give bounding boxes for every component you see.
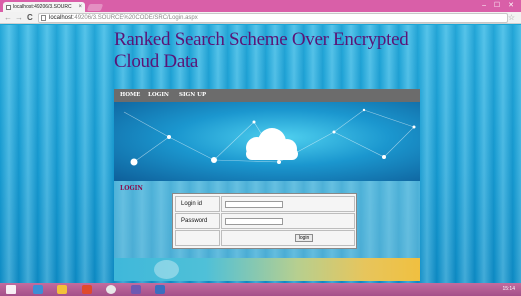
visual-studio-icon[interactable] <box>131 285 141 294</box>
password-input[interactable] <box>225 218 283 225</box>
nav-login-link[interactable]: LOGIN <box>148 89 169 102</box>
cloud-network-banner <box>114 102 420 181</box>
nav-signup-link[interactable]: SIGN UP <box>179 89 206 102</box>
login-id-label: Login id <box>175 196 220 212</box>
browser-tabstrip: localhost:49206/3.SOURC × – ☐ ✕ <box>0 0 521 12</box>
file-explorer-icon[interactable] <box>57 285 67 294</box>
system-clock[interactable]: 15:14 <box>502 284 515 295</box>
password-label: Password <box>175 213 220 229</box>
section-heading: LOGIN <box>120 185 143 192</box>
page-title: Ranked Search Scheme Over Encrypted Clou… <box>114 29 409 72</box>
media-player-icon[interactable] <box>82 285 92 294</box>
browser-toolbar: ← → C localhost:49206/3.SOURCE%20CODE/SR… <box>0 12 521 24</box>
forward-arrow-icon[interactable]: → <box>15 13 23 23</box>
submit-cell: login <box>221 230 355 246</box>
address-bar[interactable]: localhost:49206/3.SOURCE%20CODE/SRC/Logi… <box>38 13 508 23</box>
login-button[interactable]: login <box>295 234 313 242</box>
password-cell <box>221 213 355 229</box>
page-icon <box>41 15 46 21</box>
browser-tab[interactable]: localhost:49206/3.SOURC × <box>3 2 85 12</box>
app-icon[interactable] <box>155 285 165 294</box>
internet-explorer-icon[interactable] <box>33 285 43 294</box>
nav-home-link[interactable]: HOME <box>120 89 140 102</box>
url-path: :49206/3.SOURCE%20CODE/SRC/Login.aspx <box>72 15 198 21</box>
bookmark-star-icon[interactable]: ☆ <box>508 13 515 22</box>
chrome-icon[interactable] <box>106 285 116 294</box>
web-page: Ranked Search Scheme Over Encrypted Clou… <box>0 25 521 283</box>
cloud-network-illustration <box>123 108 416 166</box>
window-controls[interactable]: – ☐ ✕ <box>482 1 517 9</box>
main-nav: HOME LOGIN SIGN UP <box>114 89 420 102</box>
new-tab-button[interactable] <box>86 4 104 11</box>
start-button-icon[interactable] <box>6 285 16 294</box>
login-id-cell <box>221 196 355 212</box>
login-form: Login id Password login <box>172 193 357 249</box>
page-footer <box>114 258 420 281</box>
cloud-icon <box>246 128 298 160</box>
url-host: localhost <box>49 15 73 21</box>
close-icon[interactable]: × <box>78 2 82 12</box>
login-id-input[interactable] <box>225 201 283 208</box>
back-arrow-icon[interactable]: ← <box>4 13 12 23</box>
footer-decoration <box>154 260 179 279</box>
reload-icon[interactable]: C <box>27 13 33 23</box>
tab-title: localhost:49206/3.SOURC <box>13 4 72 10</box>
page-icon <box>6 5 11 10</box>
empty-cell <box>175 230 220 246</box>
login-section: LOGIN Login id Password login <box>114 181 420 258</box>
os-taskbar: 15:14 <box>0 283 521 296</box>
